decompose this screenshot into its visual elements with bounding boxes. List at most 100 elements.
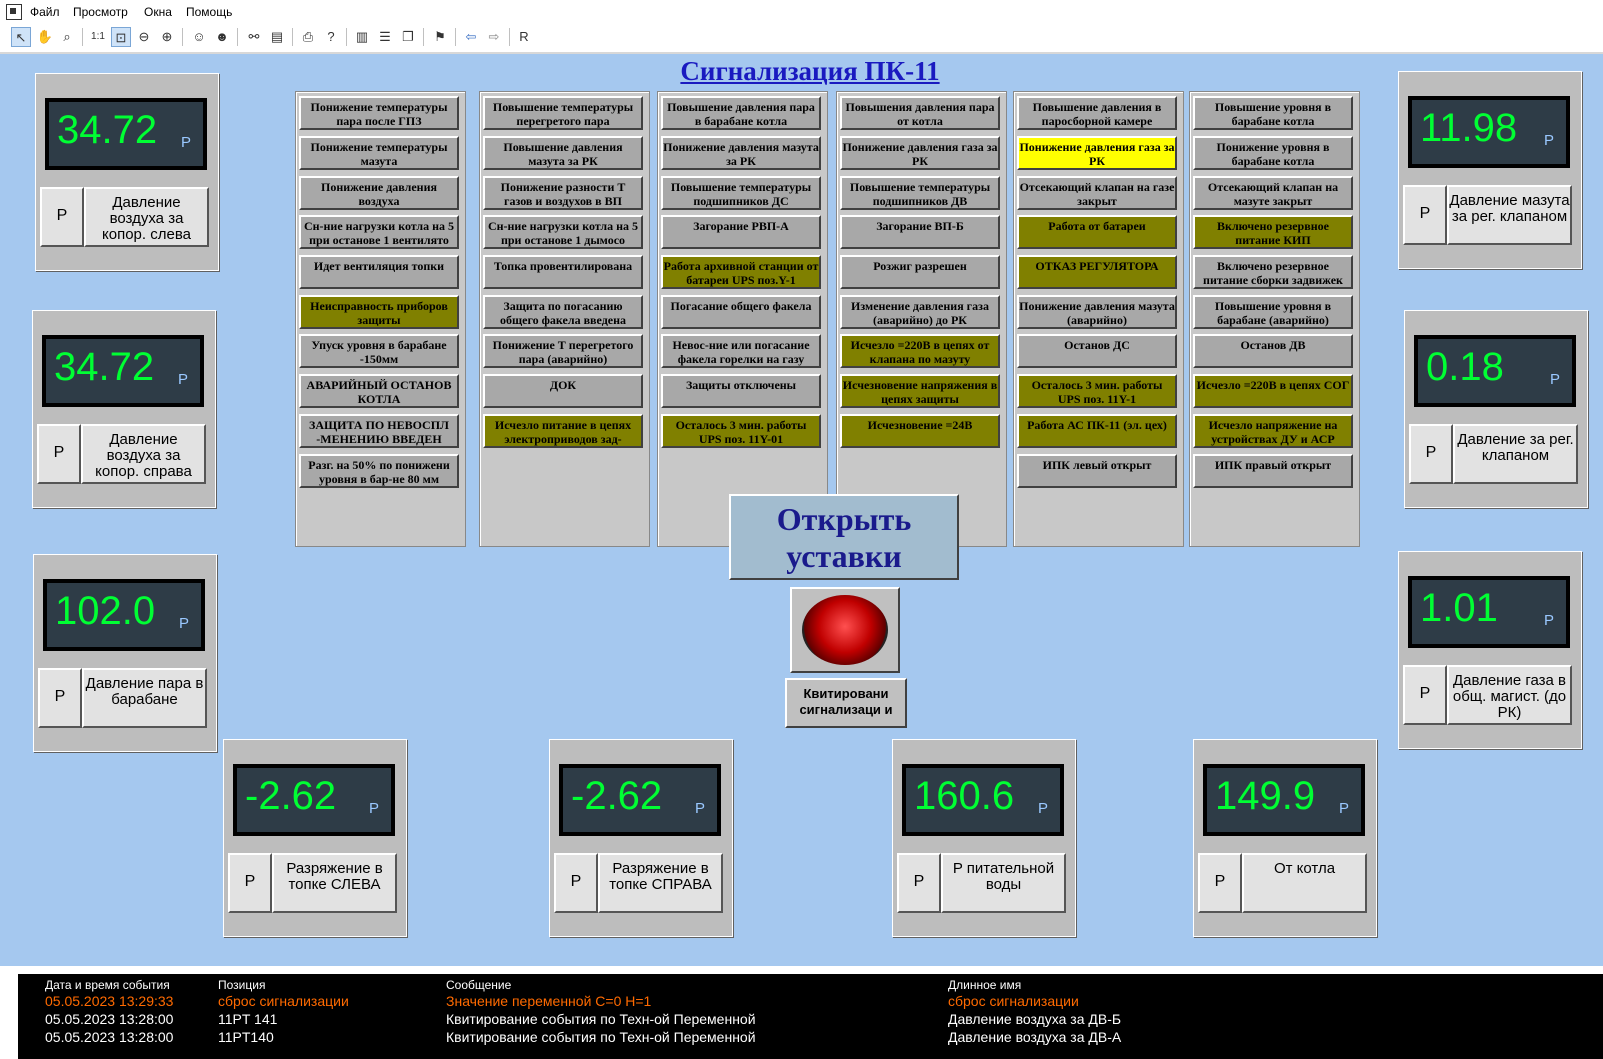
- alarm-tile: Понижение давления мазута за РК: [661, 136, 821, 170]
- alarm-tile: Понижение уровня в барабане котла: [1193, 136, 1353, 170]
- back-arrow-icon[interactable]: ⇦: [461, 27, 481, 47]
- log-header-message[interactable]: Сообщение: [446, 978, 511, 992]
- alarm-tile: Повышение уровня в барабане котла: [1193, 96, 1353, 130]
- menu-help[interactable]: Помощь: [186, 5, 232, 19]
- gauge-param-button[interactable]: P: [554, 853, 598, 913]
- log-cell-longname: Давление воздуха за ДВ-А: [948, 1029, 1122, 1045]
- forward-arrow-icon[interactable]: ⇨: [484, 27, 504, 47]
- alarm-tile: Включено резервное питание КИП: [1193, 215, 1353, 249]
- digital-display: -2.62 P: [559, 764, 721, 836]
- gauge-label: P питательной воды: [941, 853, 1066, 913]
- binoculars-icon[interactable]: ⚯: [244, 27, 264, 47]
- menu-bar: Файл Просмотр Окна Помощь: [0, 0, 1603, 24]
- alarm-tile: ОТКАЗ РЕГУЛЯТОРА: [1017, 255, 1177, 289]
- alarm-tile: Защиты отключены: [661, 374, 821, 408]
- alarm-tile: Исчезло питание в цепях электроприводов …: [483, 414, 643, 448]
- gauge-air-pressure-left[interactable]: 34.72 P P Давление воздуха за копор. сле…: [35, 73, 219, 271]
- open-setpoints-button[interactable]: Открыть уставки: [729, 494, 959, 580]
- rows-icon[interactable]: ☰: [375, 27, 395, 47]
- log-cell-date: 05.05.2023 13:28:00: [45, 1011, 174, 1027]
- alarm-tile: Понижение давления воздуха: [299, 176, 459, 210]
- columns-icon[interactable]: ▥: [352, 27, 372, 47]
- gauge-param-button[interactable]: P: [1409, 424, 1453, 484]
- digital-display: -2.62 P: [233, 764, 395, 836]
- acknowledge-alarms-button[interactable]: Квитировани сигнализаци и: [785, 678, 907, 728]
- gauge-from-boiler[interactable]: 149.9 P P От котла: [1193, 739, 1377, 937]
- alarm-tile: Повышение температуры подшипников ДС: [661, 176, 821, 210]
- alarm-tile: Невос-ние или погасание факела горелки н…: [661, 334, 821, 368]
- menu-windows[interactable]: Окна: [144, 5, 172, 19]
- gauge-param-button[interactable]: P: [1403, 185, 1447, 245]
- gauge-feed-water-pressure[interactable]: 160.6 P P P питательной воды: [892, 739, 1076, 937]
- zoom-out-icon[interactable]: ⊖: [134, 27, 154, 47]
- windows-icon[interactable]: ❐: [398, 27, 418, 47]
- menu-view[interactable]: Просмотр: [73, 5, 128, 19]
- page-title[interactable]: Сигнализация ПК-11: [660, 56, 960, 87]
- display-icon[interactable]: ▤: [267, 27, 287, 47]
- zoom-in-icon[interactable]: ⊕: [157, 27, 177, 47]
- zoom-fit-icon[interactable]: ⊡: [111, 27, 131, 47]
- gauge-control-valve-pressure[interactable]: 0.18 P P Давление за рег. клапаном: [1404, 310, 1588, 508]
- digital-display: 34.72 P: [42, 335, 204, 407]
- gauge-furnace-vacuum-left[interactable]: -2.62 P P Разряжение в топке СЛЕВА: [223, 739, 407, 937]
- print-icon[interactable]: ⎙: [298, 27, 318, 47]
- alarm-reset-button[interactable]: [790, 587, 900, 673]
- alarm-tile: Исчезло =220В в цепях СОГ: [1193, 374, 1353, 408]
- digital-display: 160.6 P: [902, 764, 1064, 836]
- app-icon[interactable]: [6, 4, 22, 20]
- event-log-panel: Дата и время события Позиция Сообщение Д…: [0, 966, 1603, 1059]
- log-header-position[interactable]: Позиция: [218, 978, 265, 992]
- magnifier-icon[interactable]: ⌕: [57, 27, 77, 47]
- gauge-gas-main-pressure[interactable]: 1.01 P P Давление газа в общ. магист. (д…: [1398, 551, 1582, 749]
- menu-file[interactable]: Файл: [30, 5, 60, 19]
- alarm-tile: Работа от батареи: [1017, 215, 1177, 249]
- log-header-date[interactable]: Дата и время события: [45, 978, 170, 992]
- alarm-tile: Неисправность приборов защиты: [299, 295, 459, 329]
- gauge-param-button[interactable]: P: [897, 853, 941, 913]
- gauge-label: От котла: [1242, 853, 1367, 913]
- event-log[interactable]: Дата и время события Позиция Сообщение Д…: [18, 974, 1603, 1059]
- gauge-label: Давление воздуха за копор. слева: [84, 187, 209, 247]
- log-cell-message: Значение переменной С=0 H=1: [446, 993, 652, 1009]
- gauge-value: 0.18: [1426, 345, 1504, 389]
- alarm-column-5: Повышение давления в паросборной камере …: [1013, 91, 1184, 547]
- gauge-fuel-oil-pressure[interactable]: 11.98 P P Давление мазута за рег. клапан…: [1398, 71, 1582, 269]
- log-header-longname[interactable]: Длинное имя: [948, 978, 1021, 992]
- gauge-value: 1.01: [1420, 586, 1498, 630]
- r-button[interactable]: R: [514, 27, 534, 47]
- digital-display: 0.18 P: [1414, 335, 1576, 407]
- users-icon[interactable]: ☺: [189, 27, 209, 47]
- log-cell-position: 11PT140: [218, 1029, 274, 1045]
- alarm-tile: Понижение давления газа за РК: [840, 136, 1000, 170]
- gauge-value: 149.9: [1215, 774, 1316, 818]
- alarm-tile: Розжиг разрешен: [840, 255, 1000, 289]
- gauge-furnace-vacuum-right[interactable]: -2.62 P P Разряжение в топке СПРАВА: [549, 739, 733, 937]
- gauge-param-button[interactable]: P: [37, 424, 81, 484]
- log-cell-date: 05.05.2023 13:28:00: [45, 1029, 174, 1045]
- user-search-icon[interactable]: ☻: [212, 27, 232, 47]
- gauge-unit: P: [694, 800, 705, 817]
- gauge-param-button[interactable]: P: [38, 668, 82, 728]
- gauge-param-button[interactable]: P: [228, 853, 272, 913]
- gauge-param-button[interactable]: P: [1198, 853, 1242, 913]
- hand-icon[interactable]: ✋: [35, 27, 55, 47]
- log-cell-position: 11PT 141: [218, 1011, 278, 1027]
- alarm-tile: Разг. на 50% по понижени уровня в бар-не…: [299, 454, 459, 488]
- alarm-window-icon[interactable]: ⚑: [430, 27, 450, 47]
- gauge-label: Давление газа в общ. магист. (до РК): [1447, 665, 1572, 725]
- gauge-unit: P: [1543, 132, 1554, 149]
- gauge-value: -2.62: [245, 774, 337, 818]
- gauge-drum-steam-pressure[interactable]: 102.0 P P Давление пара в барабане: [33, 554, 217, 752]
- mnemonic-canvas: Сигнализация ПК-11 Понижение температуры…: [0, 54, 1603, 966]
- help-icon[interactable]: ?: [321, 27, 341, 47]
- alarm-tile: Повышение давления в паросборной камере: [1017, 96, 1177, 130]
- alarm-tile: Повышение уровня в барабане (аварийно): [1193, 295, 1353, 329]
- gauge-param-button[interactable]: P: [40, 187, 84, 247]
- alarm-tile: Осталось 3 мин. работы UPS поз. 11Y-1: [1017, 374, 1177, 408]
- gauge-param-button[interactable]: P: [1403, 665, 1447, 725]
- log-cell-longname: Давление воздуха за ДВ-Б: [948, 1011, 1122, 1027]
- zoom-actual-icon[interactable]: 1:1: [88, 27, 108, 47]
- pointer-icon[interactable]: ↖: [11, 27, 31, 47]
- gauge-air-pressure-right[interactable]: 34.72 P P Давление воздуха за копор. спр…: [32, 310, 216, 508]
- alarm-tile: ЗАЩИТА ПО НЕВОСПЛ -МЕНЕНИЮ ВВЕДЕН: [299, 414, 459, 448]
